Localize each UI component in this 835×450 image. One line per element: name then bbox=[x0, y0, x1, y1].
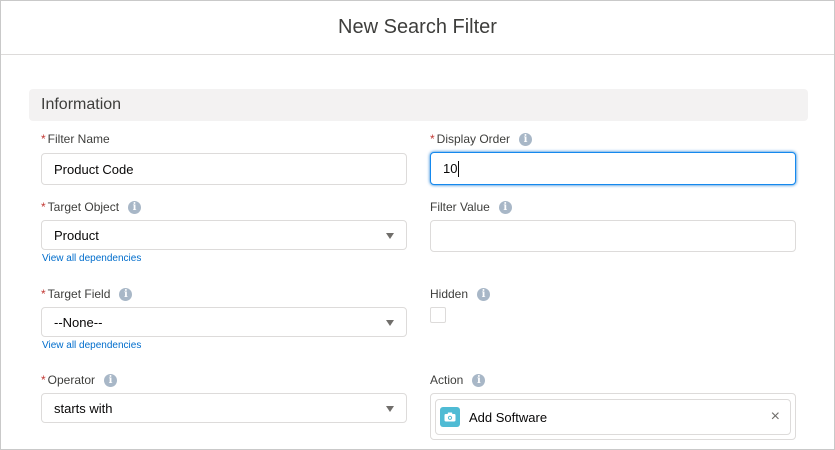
chevron-down-icon bbox=[386, 406, 394, 412]
action-pill-label: Add Software bbox=[469, 409, 548, 425]
new-search-filter-modal: New Search Filter Information * Filter N… bbox=[0, 0, 835, 450]
hidden-label-row: Hidden i bbox=[430, 286, 491, 302]
close-icon[interactable]: × bbox=[771, 408, 780, 426]
target-field-label-row: * Target Field i bbox=[41, 286, 133, 302]
display-order-input[interactable]: 10 bbox=[430, 152, 796, 185]
info-icon[interactable]: i bbox=[104, 373, 118, 387]
info-icon[interactable]: i bbox=[119, 287, 133, 301]
target-field-select[interactable]: --None-- bbox=[41, 307, 407, 337]
action-lookup[interactable]: Add Software × bbox=[430, 393, 796, 440]
filter-value-label: Filter Value i bbox=[430, 199, 512, 215]
hidden-label: Hidden i bbox=[430, 286, 491, 302]
required-asterisk: * bbox=[41, 373, 46, 387]
action-label: Action i bbox=[430, 372, 486, 388]
chevron-down-icon bbox=[386, 320, 394, 326]
information-section-header[interactable]: Information bbox=[29, 89, 808, 121]
camera-icon bbox=[440, 407, 460, 427]
info-icon[interactable]: i bbox=[477, 287, 491, 301]
filter-value-input[interactable] bbox=[430, 220, 796, 252]
operator-label-row: * Operator i bbox=[41, 372, 118, 388]
action-label-row: Action i bbox=[430, 372, 486, 388]
filter-name-label: * Filter Name bbox=[41, 132, 110, 146]
target-object-select[interactable]: Product bbox=[41, 220, 407, 250]
target-object-label: * Target Object i bbox=[41, 199, 142, 215]
info-icon[interactable]: i bbox=[128, 200, 142, 214]
filter-value-label-row: Filter Value i bbox=[430, 199, 512, 215]
target-object-dependencies-link[interactable]: View all dependencies bbox=[42, 253, 141, 264]
target-field-label: * Target Field i bbox=[41, 286, 133, 302]
hidden-checkbox[interactable] bbox=[430, 307, 446, 323]
chevron-down-icon bbox=[386, 233, 394, 239]
required-asterisk: * bbox=[41, 287, 46, 301]
info-icon[interactable]: i bbox=[472, 373, 486, 387]
required-asterisk: * bbox=[430, 132, 435, 146]
required-asterisk: * bbox=[41, 132, 46, 146]
filter-name-input[interactable]: Product Code bbox=[41, 153, 407, 185]
target-field-dependencies-link[interactable]: View all dependencies bbox=[42, 340, 141, 351]
operator-select[interactable]: starts with bbox=[41, 393, 407, 423]
section-title: Information bbox=[41, 96, 122, 113]
operator-label: * Operator i bbox=[41, 372, 118, 388]
required-asterisk: * bbox=[41, 200, 46, 214]
info-icon[interactable]: i bbox=[498, 200, 512, 214]
target-object-label-row: * Target Object i bbox=[41, 199, 142, 215]
text-cursor bbox=[458, 160, 460, 177]
display-order-label-row: * Display Order i bbox=[430, 131, 533, 147]
filter-name-label-row: * Filter Name bbox=[41, 131, 110, 147]
action-pill[interactable]: Add Software × bbox=[435, 399, 791, 435]
modal-header: New Search Filter bbox=[1, 1, 834, 55]
info-icon[interactable]: i bbox=[519, 132, 533, 146]
display-order-label: * Display Order i bbox=[430, 131, 533, 147]
modal-title: New Search Filter bbox=[338, 16, 497, 38]
